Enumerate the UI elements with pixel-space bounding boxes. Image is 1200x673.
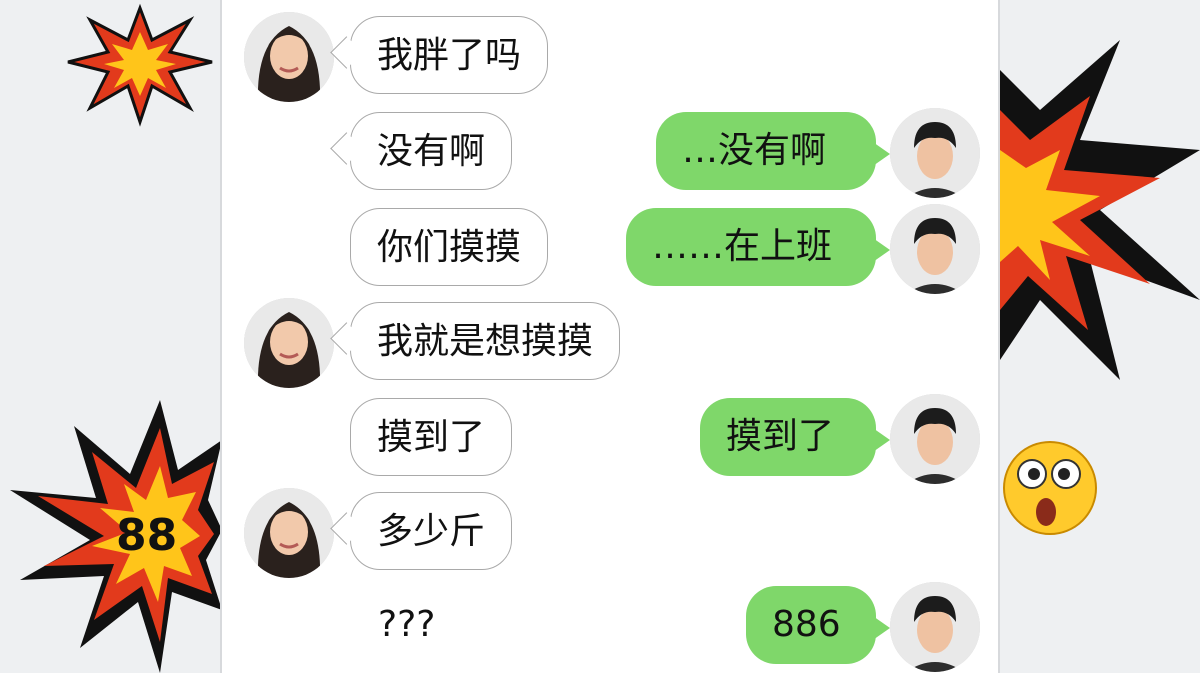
burst-88-icon bbox=[10, 400, 222, 673]
message-row: 没有啊 …没有啊 bbox=[222, 108, 1002, 198]
female-avatar-icon bbox=[244, 12, 334, 102]
message-row: 摸到了 摸到了 bbox=[222, 394, 1002, 484]
female-avatar-icon bbox=[244, 488, 334, 578]
message-row: 你们摸摸 ……在上班 bbox=[222, 204, 1002, 294]
message-row: 多少斤 bbox=[222, 488, 1002, 578]
male-avatar-icon bbox=[890, 394, 980, 484]
male-avatar[interactable] bbox=[890, 108, 980, 198]
incoming-message-bubble[interactable]: 我就是想摸摸 bbox=[350, 302, 621, 380]
male-avatar[interactable] bbox=[890, 582, 980, 672]
incoming-message-bubble[interactable]: 我胖了吗 bbox=[350, 16, 549, 94]
male-avatar[interactable] bbox=[890, 394, 980, 484]
astonished-face-emoji-icon bbox=[1003, 441, 1097, 535]
incoming-message-text[interactable]: ??? bbox=[378, 604, 435, 645]
chat-panel: 我胖了吗 没有啊 …没有啊 你们摸摸 ……在上班 我就是想摸摸 摸到了 摸到了 … bbox=[220, 0, 1000, 673]
message-row: 我就是想摸摸 bbox=[222, 298, 1002, 388]
outgoing-message-bubble[interactable]: 886 bbox=[746, 586, 890, 664]
male-avatar[interactable] bbox=[890, 204, 980, 294]
incoming-message-bubble[interactable]: 摸到了 bbox=[350, 398, 513, 476]
message-row: ??? 886 bbox=[222, 582, 1002, 672]
incoming-message-bubble[interactable]: 多少斤 bbox=[350, 492, 513, 570]
incoming-message-bubble[interactable]: 没有啊 bbox=[350, 112, 513, 190]
female-avatar[interactable] bbox=[244, 488, 334, 578]
burst-top-left-icon bbox=[67, 3, 213, 127]
burst-number: 88 bbox=[116, 510, 178, 561]
outgoing-message-bubble[interactable]: …没有啊 bbox=[656, 112, 890, 190]
message-row: 我胖了吗 bbox=[222, 12, 1002, 102]
female-avatar[interactable] bbox=[244, 12, 334, 102]
female-avatar-icon bbox=[244, 298, 334, 388]
outgoing-message-bubble[interactable]: 摸到了 bbox=[700, 398, 890, 476]
burst-right-icon bbox=[1000, 40, 1200, 380]
male-avatar-icon bbox=[890, 582, 980, 672]
outgoing-message-bubble[interactable]: ……在上班 bbox=[626, 208, 890, 286]
incoming-message-bubble[interactable]: 你们摸摸 bbox=[350, 208, 549, 286]
male-avatar-icon bbox=[890, 108, 980, 198]
male-avatar-icon bbox=[890, 204, 980, 294]
female-avatar[interactable] bbox=[244, 298, 334, 388]
